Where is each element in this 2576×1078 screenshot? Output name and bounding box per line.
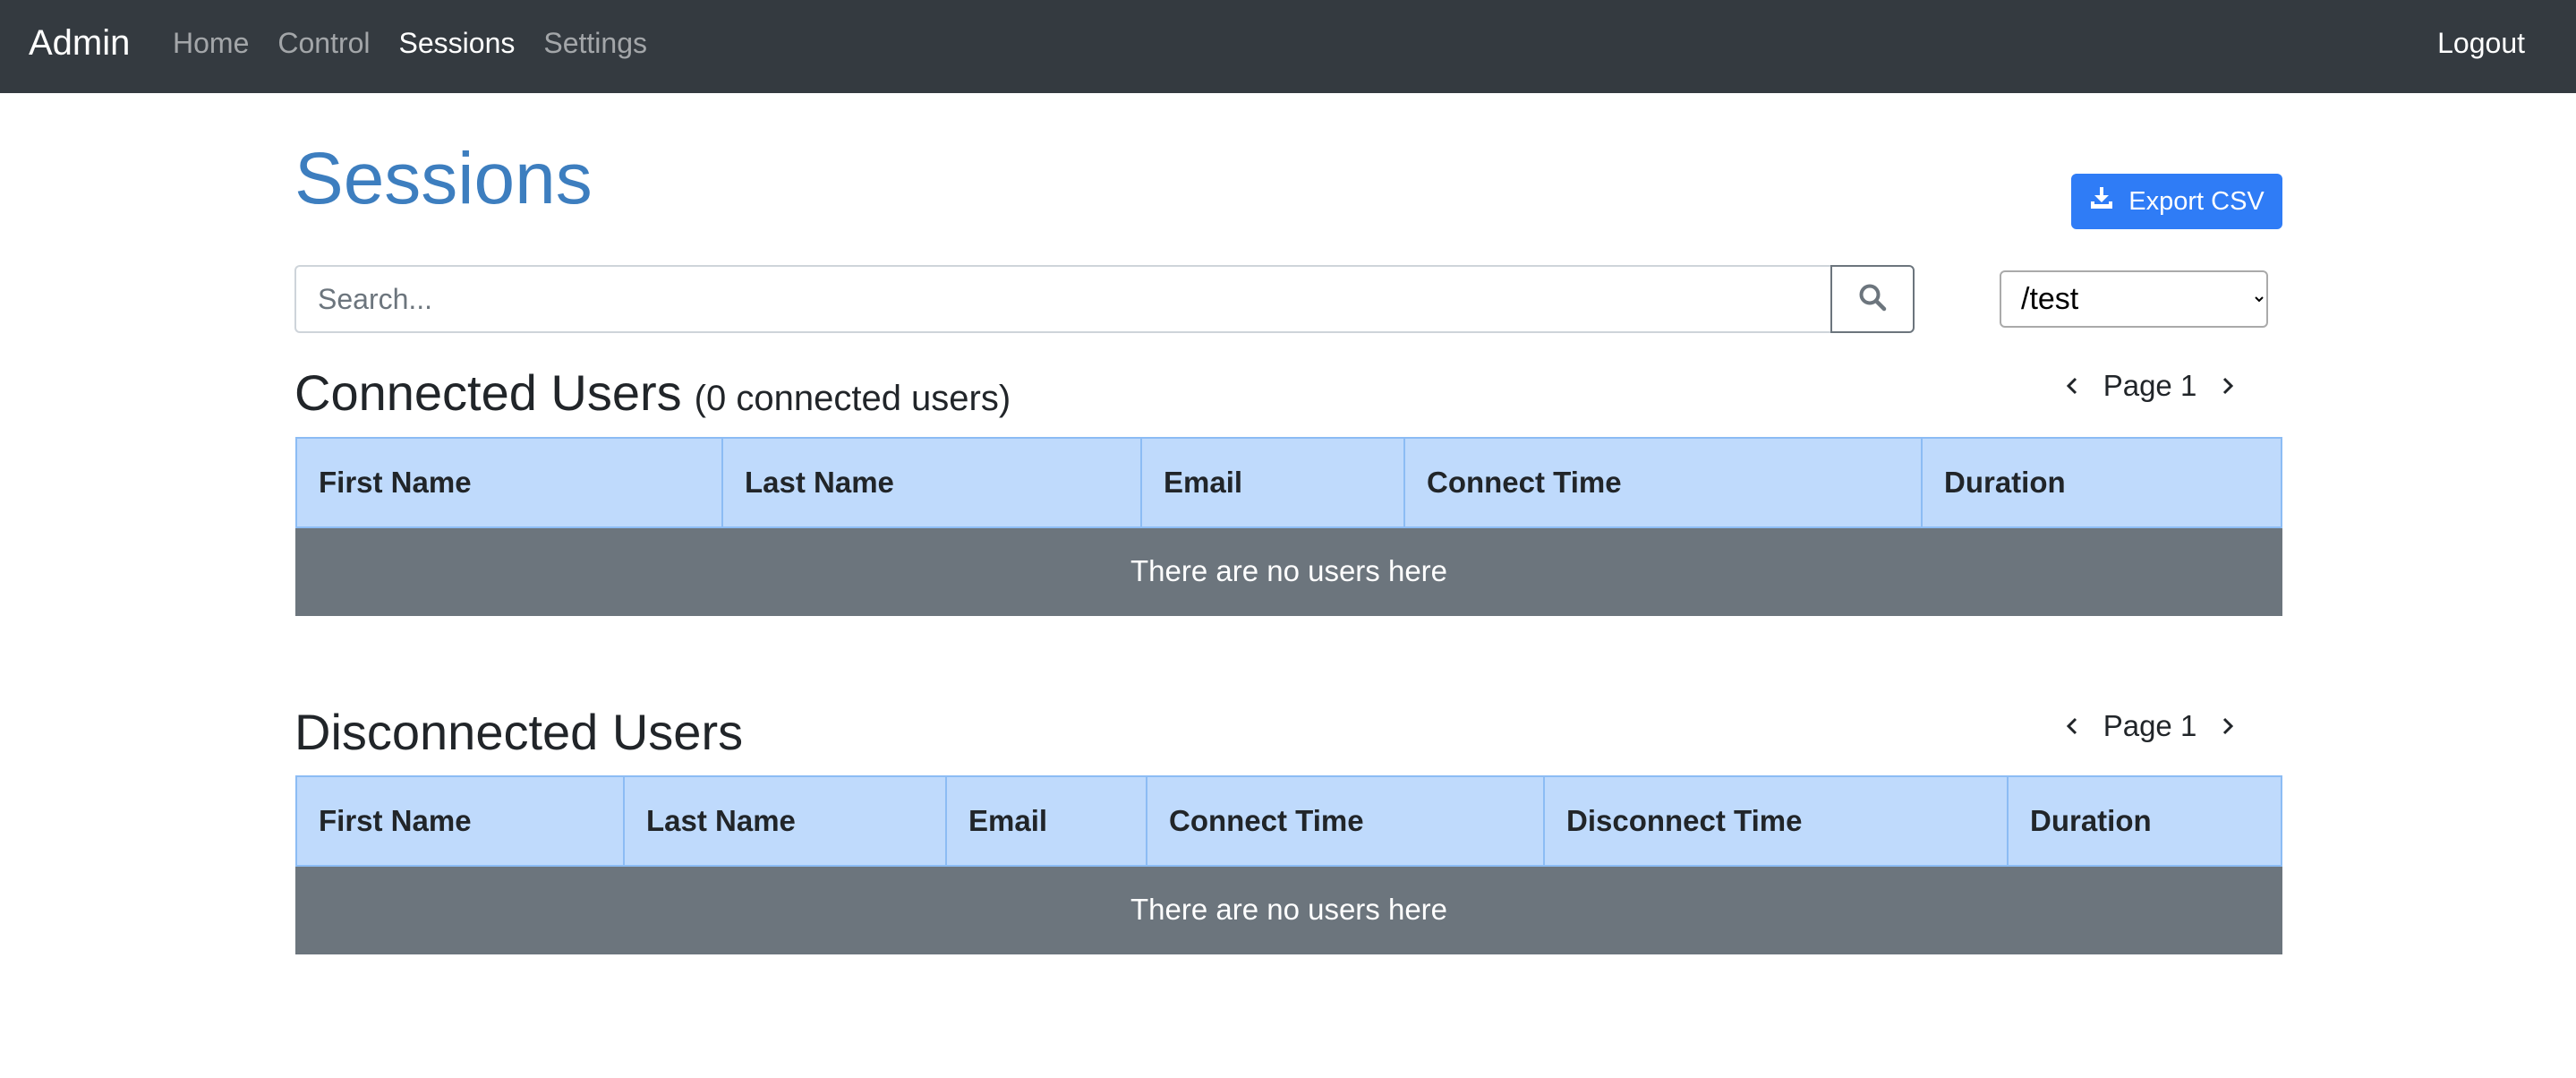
disconnected-page-label: Page 1: [2103, 709, 2197, 742]
connected-prev-button[interactable]: [2050, 376, 2096, 396]
empty-message: There are no users here: [295, 865, 2282, 954]
search-input[interactable]: [294, 265, 1831, 333]
chevron-right-icon: [2222, 717, 2234, 735]
nav-link-settings[interactable]: Settings: [543, 23, 647, 63]
nav-link-home[interactable]: Home: [173, 23, 249, 63]
connected-page-label: Page 1: [2103, 369, 2197, 402]
disconnected-prev-button[interactable]: [2050, 716, 2096, 736]
nav-links: Home Control Sessions Settings: [173, 23, 676, 63]
top-navbar: Admin Home Control Sessions Settings Log…: [0, 0, 2576, 93]
column-header[interactable]: First Name: [295, 775, 625, 867]
table-header-row: First Name Last Name Email Connect Time …: [295, 437, 2282, 528]
connected-users-table: First Name Last Name Email Connect Time …: [295, 437, 2282, 616]
search-icon: [1857, 282, 1888, 317]
nav-link-control[interactable]: Control: [277, 23, 370, 63]
disconnected-users-heading: Disconnected Users: [294, 702, 743, 763]
connected-users-count: (0 connected users): [694, 379, 1011, 418]
disconnected-users-table: First Name Last Name Email Connect Time …: [295, 775, 2282, 954]
chevron-right-icon: [2222, 377, 2234, 395]
column-header[interactable]: Connect Time: [1403, 437, 1923, 528]
column-header[interactable]: Last Name: [721, 437, 1142, 528]
brand-link[interactable]: Admin: [29, 20, 130, 66]
disconnected-next-button[interactable]: [2204, 716, 2250, 736]
disconnected-pagination: Page 1: [2050, 703, 2282, 749]
column-header[interactable]: Duration: [2007, 775, 2282, 867]
search-button[interactable]: [1830, 265, 1915, 333]
chevron-left-icon: [2066, 377, 2077, 395]
column-header[interactable]: Email: [945, 775, 1147, 867]
table-row: There are no users here: [295, 526, 2282, 616]
table-row: There are no users here: [295, 865, 2282, 954]
chevron-left-icon: [2066, 717, 2077, 735]
column-header[interactable]: Last Name: [623, 775, 947, 867]
empty-message: There are no users here: [295, 526, 2282, 616]
disconnected-users-title: Disconnected Users: [294, 704, 744, 760]
export-csv-label: Export CSV: [2128, 186, 2265, 216]
column-header[interactable]: Disconnect Time: [1543, 775, 2009, 867]
page-title: Sessions: [294, 138, 593, 219]
path-select[interactable]: /test: [2000, 270, 2268, 328]
download-icon: [2089, 185, 2114, 218]
connected-next-button[interactable]: [2204, 376, 2250, 396]
column-header[interactable]: Email: [1140, 437, 1405, 528]
column-header[interactable]: First Name: [295, 437, 723, 528]
connected-users-heading: Connected Users (0 connected users): [294, 363, 1011, 429]
connected-users-title: Connected Users: [294, 364, 682, 421]
column-header[interactable]: Connect Time: [1146, 775, 1545, 867]
connected-pagination: Page 1: [2050, 363, 2282, 409]
logout-link[interactable]: Logout: [2437, 23, 2525, 63]
export-csv-button[interactable]: Export CSV: [2071, 174, 2282, 229]
table-header-row: First Name Last Name Email Connect Time …: [295, 775, 2282, 867]
nav-link-sessions[interactable]: Sessions: [399, 23, 516, 63]
column-header[interactable]: Duration: [1921, 437, 2282, 528]
